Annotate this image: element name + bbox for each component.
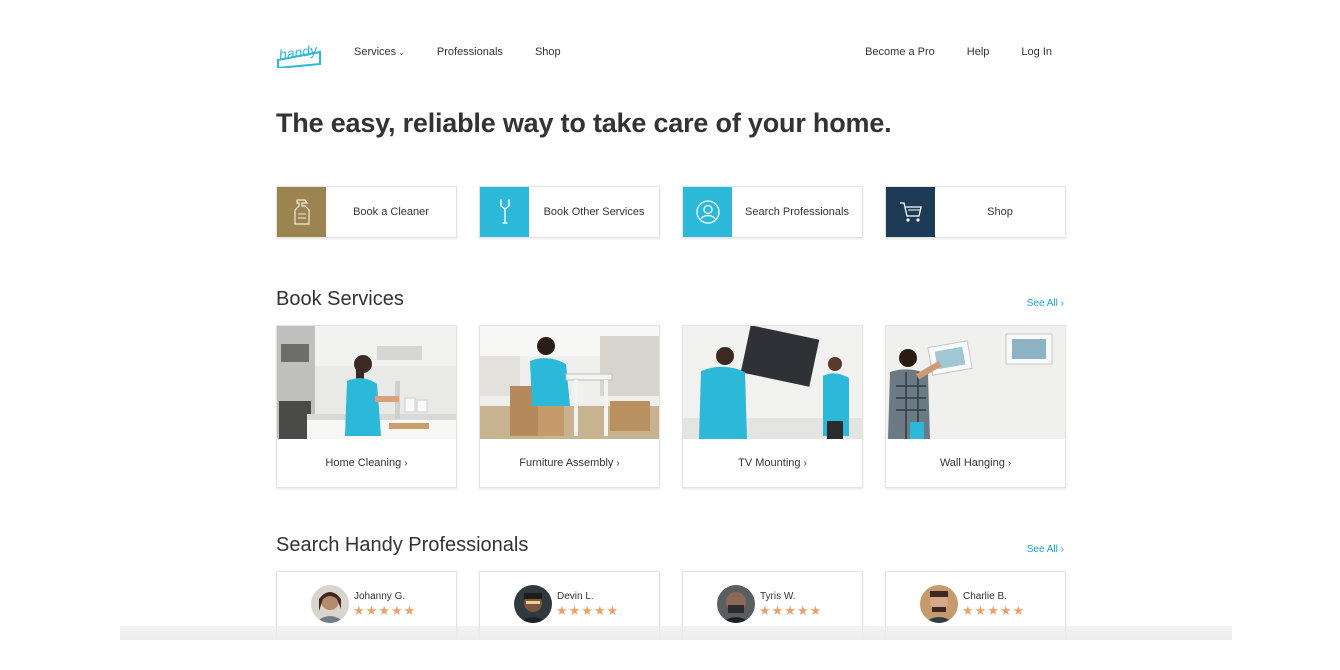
star-icon: ★	[809, 603, 822, 618]
nav-services-label: Services	[354, 46, 397, 58]
service-label-text: Home Cleaning	[325, 457, 402, 469]
avatar	[311, 585, 349, 623]
svg-text:handy: handy	[278, 41, 319, 62]
nav-professionals[interactable]: Professionals	[437, 46, 503, 58]
shop-tile[interactable]: Shop	[885, 186, 1066, 238]
avatar	[920, 585, 958, 623]
nav-services[interactable]: Services ⌄	[354, 46, 405, 58]
pro-name: Tyris W.	[760, 591, 796, 602]
scroll-fade-overlay	[120, 626, 1232, 640]
star-icon: ★	[568, 603, 581, 618]
page-bottom-edge	[0, 640, 1340, 670]
book-cleaner-label: Book a Cleaner	[353, 206, 429, 218]
shop-label: Shop	[987, 206, 1013, 218]
star-icon: ★	[390, 603, 403, 618]
star-icon: ★	[365, 603, 378, 618]
hero-title: The easy, reliable way to take care of y…	[276, 108, 892, 138]
star-icon: ★	[606, 603, 619, 618]
service-label-text: TV Mounting	[738, 457, 801, 469]
avatar	[514, 585, 552, 623]
service-card-home-cleaning[interactable]: Home Cleaning ›	[276, 325, 457, 488]
tv-mounting-photo	[683, 326, 862, 439]
handy-logo[interactable]: handy	[276, 38, 322, 70]
service-card-tv-mounting[interactable]: TV Mounting ›	[682, 325, 863, 488]
star-icon: ★	[593, 603, 606, 618]
book-services-see-all[interactable]: See All ›	[1027, 298, 1064, 309]
avatar	[717, 585, 755, 623]
star-rating: ★ ★ ★ ★ ★	[759, 604, 821, 617]
star-icon: ★	[974, 603, 987, 618]
secondary-nav: Become a Pro Help Log In	[833, 46, 1052, 58]
chevron-right-icon: ›	[1060, 544, 1064, 555]
chevron-right-icon: ›	[1060, 298, 1064, 309]
tv-mounting-label: TV Mounting ›	[683, 439, 862, 487]
furniture-assembly-label: Furniture Assembly ›	[480, 439, 659, 487]
star-icon: ★	[403, 603, 416, 618]
book-other-services-label: Book Other Services	[543, 206, 645, 218]
star-icon: ★	[962, 603, 974, 618]
chevron-down-icon: ⌄	[398, 47, 405, 57]
professionals-title: Search Handy Professionals	[276, 534, 529, 556]
pro-name: Johanny G.	[354, 591, 406, 602]
star-rating: ★ ★ ★ ★ ★	[962, 604, 1024, 617]
service-label-text: Wall Hanging	[939, 457, 1005, 469]
furniture-assembly-photo	[480, 326, 659, 439]
service-card-wall-hanging[interactable]: Wall Hanging ›	[885, 325, 1066, 488]
star-icon: ★	[581, 603, 593, 618]
star-rating: ★ ★ ★ ★ ★	[353, 604, 415, 617]
star-icon: ★	[353, 603, 365, 618]
wall-hanging-photo	[886, 326, 1065, 439]
professionals-see-all[interactable]: See All ›	[1027, 544, 1064, 555]
action-tiles: Book a Cleaner Book Other Services Searc…	[276, 186, 1066, 238]
nav-shop[interactable]: Shop	[535, 46, 561, 58]
star-icon: ★	[987, 603, 999, 618]
star-icon: ★	[771, 603, 784, 618]
pro-name: Charlie B.	[963, 591, 1007, 602]
home-cleaning-label: Home Cleaning ›	[277, 439, 456, 487]
person-icon	[683, 187, 732, 237]
service-label-text: Furniture Assembly	[519, 457, 614, 469]
chevron-right-icon: ›	[616, 457, 620, 469]
star-icon: ★	[796, 603, 809, 618]
star-icon: ★	[378, 603, 390, 618]
chevron-right-icon: ›	[404, 457, 408, 469]
cart-icon	[886, 187, 935, 237]
service-cards: Home Cleaning › Furniture Assembly › TV …	[276, 325, 1066, 488]
primary-nav: Services ⌄ Professionals Shop	[354, 46, 593, 58]
service-card-furniture-assembly[interactable]: Furniture Assembly ›	[479, 325, 660, 488]
star-rating: ★ ★ ★ ★ ★	[556, 604, 618, 617]
book-other-services-tile[interactable]: Book Other Services	[479, 186, 660, 238]
nav-become-a-pro[interactable]: Become a Pro	[865, 46, 935, 58]
spray-bottle-icon	[277, 187, 326, 237]
pro-name: Devin L.	[557, 591, 594, 602]
book-services-title: Book Services	[276, 288, 404, 310]
site-header: handy Services ⌄ Professionals Shop Beco…	[276, 36, 1064, 70]
wall-hanging-label: Wall Hanging ›	[886, 439, 1065, 487]
see-all-label: See All	[1026, 544, 1058, 555]
nav-log-in[interactable]: Log In	[1021, 46, 1052, 58]
nav-help[interactable]: Help	[967, 46, 990, 58]
book-cleaner-tile[interactable]: Book a Cleaner	[276, 186, 457, 238]
star-icon: ★	[759, 603, 771, 618]
chevron-right-icon: ›	[803, 457, 807, 469]
chevron-right-icon: ›	[1007, 457, 1012, 469]
wrench-icon	[480, 187, 529, 237]
search-professionals-tile[interactable]: Search Professionals	[682, 186, 863, 238]
home-cleaning-photo	[277, 326, 456, 439]
star-icon: ★	[999, 603, 1012, 618]
star-icon: ★	[784, 603, 796, 618]
see-all-label: See All	[1026, 298, 1058, 309]
star-icon: ★	[556, 603, 568, 618]
search-professionals-label: Search Professionals	[745, 206, 849, 218]
star-icon: ★	[1012, 603, 1025, 618]
